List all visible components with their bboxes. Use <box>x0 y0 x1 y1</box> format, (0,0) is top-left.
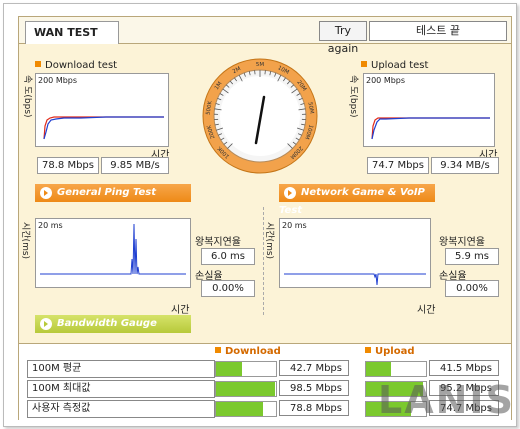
bullet-icon <box>365 347 371 353</box>
download-y-axis-label: 속 도(bps) <box>22 75 32 118</box>
row-label-user: 사용자 측정값 <box>27 400 215 418</box>
ping-x-axis-label: 시간 <box>171 305 190 316</box>
download-bar-fill <box>216 402 264 416</box>
download-bar-avg <box>215 361 277 377</box>
game-chart: 20 ms <box>279 218 431 288</box>
download-bar-user <box>215 401 277 417</box>
speed-gauge: 100K200K500K1M2M5M10M20M50M100M200M <box>202 58 318 174</box>
lanis-watermark: LANIS <box>378 378 515 422</box>
ping-series <box>40 223 186 275</box>
download-chart: 200 Mbps <box>35 73 169 147</box>
ping-y-axis-label: 시간(ms) <box>20 222 30 260</box>
download-mbps-value: 78.8 Mbps <box>37 157 99 174</box>
download-value-user: 78.8 Mbps <box>279 400 349 416</box>
download-series-blue <box>43 116 164 140</box>
download-bar-fill <box>216 362 242 376</box>
row-label-max: 100M 최대값 <box>27 380 215 398</box>
bandwidth-gauge-banner: Bandwidth Gauge <box>35 315 191 333</box>
network-game-voip-banner: Network Game & VoIP Test <box>279 184 435 216</box>
download-bar-max <box>215 381 277 397</box>
upload-value-avg: 41.5 Mbps <box>429 360 499 376</box>
upload-bar-fill <box>366 362 392 376</box>
upload-series-red <box>371 117 490 140</box>
upload-test-title: Upload test <box>361 60 428 71</box>
download-value-avg: 42.7 Mbps <box>279 360 349 376</box>
game-y-axis-label: 시간(ms) <box>264 222 274 260</box>
row-label-avg: 100M 평균 <box>27 360 215 378</box>
ping-latency-value: 6.0 ms <box>201 248 255 265</box>
upload-bar-avg <box>365 361 427 377</box>
game-series <box>284 273 426 286</box>
header-bar: WAN TEST Try again 테스트 끝 <box>19 17 511 55</box>
game-latency-label: 왕복지연율 <box>439 237 485 248</box>
arrow-icon <box>40 187 52 199</box>
game-latency-value: 5.9 ms <box>445 248 499 265</box>
tab-wan-test[interactable]: WAN TEST <box>25 21 119 44</box>
bullet-icon <box>35 61 41 67</box>
ping-chart-plot <box>40 223 186 275</box>
bullet-icon <box>215 347 221 353</box>
ping-chart: 20 ms <box>35 218 191 288</box>
download-test-title: Download test <box>35 60 117 71</box>
gauge-tick-label: 5M <box>256 62 264 68</box>
download-mbs-value: 9.85 MB/s <box>101 157 169 174</box>
download-value-max: 98.5 Mbps <box>279 380 349 396</box>
upload-y-axis-label: 속 도(bps) <box>348 75 358 118</box>
download-column-header: Download <box>215 346 281 357</box>
ping-latency-label: 왕복지연율 <box>195 237 241 248</box>
upload-chart-plot <box>371 117 490 140</box>
wan-test-panel: WAN TEST Try again 테스트 끝 Download test 속… <box>18 16 512 420</box>
status-field: 테스트 끝 <box>369 21 507 41</box>
bullet-icon <box>361 61 367 67</box>
upload-mbs-value: 9.34 MB/s <box>431 157 499 174</box>
game-chart-plot <box>284 273 426 286</box>
arrow-icon <box>40 318 52 330</box>
upload-series-blue <box>371 117 490 140</box>
general-ping-test-banner: General Ping Test <box>35 184 191 202</box>
upload-mbps-value: 74.7 Mbps <box>367 157 429 174</box>
game-x-axis-label: 시간 <box>417 305 436 316</box>
arrow-icon <box>284 187 296 199</box>
download-chart-plot <box>43 116 164 140</box>
window-frame: WAN TEST Try again 테스트 끝 Download test 속… <box>3 3 517 427</box>
download-series-red <box>43 116 164 140</box>
download-bar-fill <box>216 382 275 396</box>
ping-loss-value: 0.00% <box>201 280 255 297</box>
upload-column-header: Upload <box>365 346 414 357</box>
game-loss-value: 0.00% <box>445 280 499 297</box>
try-again-button[interactable]: Try again <box>319 21 367 55</box>
upload-chart: 200 Mbps <box>363 73 495 147</box>
